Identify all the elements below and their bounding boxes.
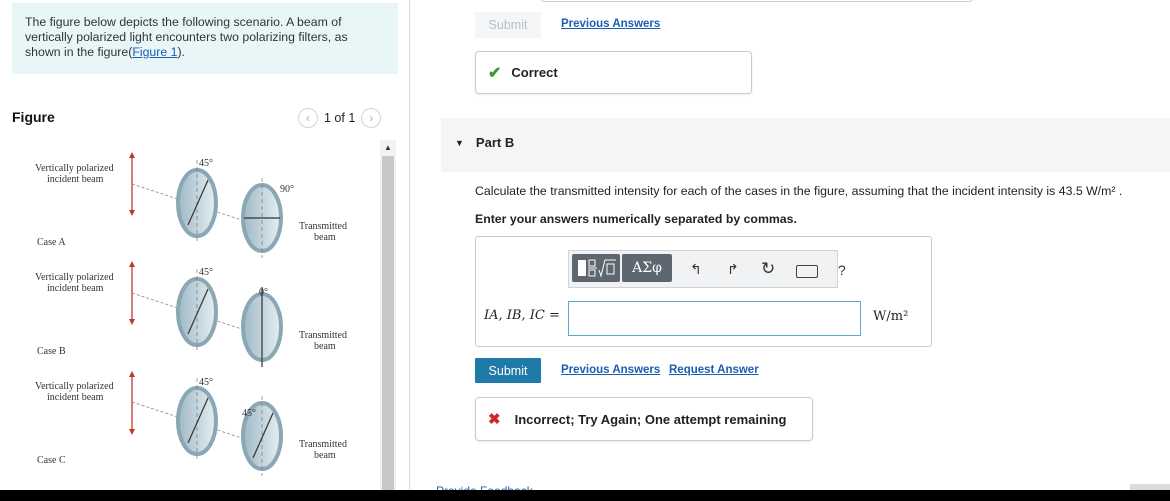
case-c-angle-2: 45° <box>242 408 256 419</box>
case-a-transmitted-1: Transmitted <box>299 221 347 232</box>
correct-feedback: ✔ Correct <box>475 51 752 94</box>
figure-image: Vertically polarized incident beam 45° 9… <box>12 140 410 490</box>
help-icon[interactable]: ? <box>838 262 846 278</box>
templates-button[interactable] <box>572 254 620 282</box>
answer-label: IA, IB, IC = <box>484 308 560 323</box>
case-b-name: Case B <box>37 346 66 357</box>
case-c-transmitted-2: beam <box>314 450 336 461</box>
case-b-angle-2: 0° <box>259 287 268 298</box>
keyboard-icon[interactable] <box>796 265 818 278</box>
figure-title: Figure <box>12 109 55 125</box>
case-c-incident-2: incident beam <box>47 392 104 403</box>
caret-down-icon: ▼ <box>455 137 464 148</box>
correct-text: Correct <box>511 65 558 80</box>
fraction-root-icon <box>578 259 616 278</box>
redo-icon[interactable]: ↱ <box>727 261 739 278</box>
case-b-transmitted-1: Transmitted <box>299 330 347 341</box>
reset-icon[interactable]: ↻ <box>761 259 775 279</box>
part-b-label: Part B <box>475 135 515 150</box>
case-b-incident-2: incident beam <box>47 283 104 294</box>
case-b-angle-1: 45° <box>199 267 213 278</box>
incorrect-text: Incorrect; Try Again; One attempt remain… <box>514 411 787 427</box>
pager-text: 1 of 1 <box>324 111 356 125</box>
case-a-incident-2: incident beam <box>47 174 104 185</box>
case-b-group: Vertically polarized incident beam 45° 0… <box>35 261 347 367</box>
undo-icon[interactable]: ↰ <box>690 261 702 278</box>
polarizer-diagram: Vertically polarized incident beam 45° 9… <box>35 152 347 476</box>
case-b-transmitted-2: beam <box>314 341 336 352</box>
scrollbar-thumb[interactable] <box>382 156 394 490</box>
intro-box: The figure below depicts the following s… <box>12 3 398 74</box>
answer-input[interactable] <box>568 301 861 336</box>
previous-answers-link-b[interactable]: Previous Answers <box>561 364 660 376</box>
case-c-angle-1: 45° <box>199 377 213 388</box>
panel-divider <box>409 0 410 490</box>
instructions-text: Enter your answers numerically separated… <box>475 212 797 226</box>
figure-pager: ‹ 1 of 1 › <box>298 108 382 128</box>
request-answer-link[interactable]: Request Answer <box>669 364 759 376</box>
part-b-header[interactable] <box>441 118 1170 172</box>
case-c-transmitted-1: Transmitted <box>299 439 347 450</box>
intro-text: The figure below depicts the following s… <box>25 15 348 59</box>
case-a-name: Case A <box>37 237 66 248</box>
previous-answers-link-a[interactable]: Previous Answers <box>561 18 660 30</box>
case-b-incident-1: Vertically polarized <box>35 272 114 283</box>
symbols-button[interactable]: ΑΣφ <box>622 254 672 282</box>
part-b-toggle[interactable]: ▼ Part B <box>455 135 514 150</box>
case-c-group: Vertically polarized incident beam 45° 4… <box>35 371 347 476</box>
x-mark-icon: ✖ <box>488 411 501 428</box>
case-a-angle-2: 90° <box>280 184 294 195</box>
intro-suffix: ). <box>177 45 185 59</box>
submit-button-disabled: Submit <box>475 12 541 38</box>
question-text: Calculate the transmitted intensity for … <box>475 184 1123 198</box>
case-a-incident-1: Vertically polarized <box>35 163 114 174</box>
figure-scrollbar[interactable]: ▲ <box>380 140 396 490</box>
submit-button[interactable]: Submit <box>475 358 541 383</box>
prev-figure-button[interactable]: ‹ <box>298 108 318 128</box>
bottom-bar <box>0 490 1170 501</box>
figure-link[interactable]: Figure 1 <box>132 45 177 59</box>
incorrect-feedback: ✖ Incorrect; Try Again; One attempt rema… <box>475 397 813 441</box>
case-c-name: Case C <box>37 455 66 466</box>
case-a-transmitted-2: beam <box>314 232 336 243</box>
scroll-up-icon[interactable]: ▲ <box>384 143 392 152</box>
next-figure-button[interactable]: › <box>361 108 382 128</box>
case-a-group: Vertically polarized incident beam 45° 9… <box>35 152 347 258</box>
unit-label: W/m² <box>873 309 909 324</box>
checkmark-icon: ✔ <box>488 64 502 82</box>
previous-answer-box <box>540 0 973 2</box>
case-c-incident-1: Vertically polarized <box>35 381 114 392</box>
case-a-angle-1: 45° <box>199 158 213 169</box>
